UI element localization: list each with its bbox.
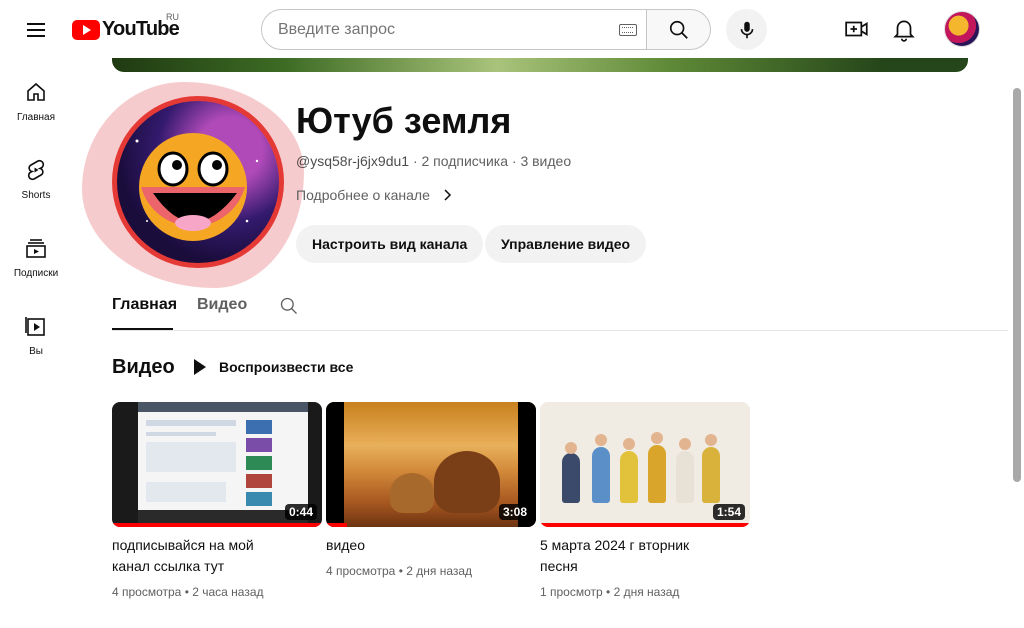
search-box <box>261 9 647 50</box>
youtube-play-icon <box>72 19 100 40</box>
tabs-divider <box>112 330 1008 331</box>
video-duration: 0:44 <box>284 504 317 520</box>
sidebar-item-label: Shorts <box>21 190 51 201</box>
watch-progress-bar <box>540 523 750 527</box>
shorts-icon <box>27 159 45 181</box>
video-title-line: 5 марта 2024 г вторник <box>540 537 690 553</box>
sidebar: Главная Shorts Подписки Вы <box>0 58 72 628</box>
play-icon <box>194 359 206 375</box>
awesome-face-image <box>135 133 259 241</box>
chevron-right-icon <box>444 189 451 201</box>
channel-search-icon[interactable] <box>279 296 299 316</box>
channel-title: Ютуб земля <box>296 100 512 141</box>
menu-icon[interactable] <box>20 14 52 46</box>
home-icon <box>27 82 45 101</box>
voice-search-button[interactable] <box>726 9 767 50</box>
video-title-line: канал ссылка тут <box>112 558 225 574</box>
view-count: 4 просмотра <box>326 564 396 578</box>
video-title[interactable]: 5 марта 2024 г вторник песня <box>540 535 750 577</box>
tab-videos[interactable]: Видео <box>197 296 247 314</box>
create-video-icon[interactable] <box>844 16 870 42</box>
sidebar-item-you[interactable]: Вы <box>0 292 72 366</box>
keyboard-icon[interactable] <box>619 24 637 36</box>
sidebar-item-label: Вы <box>29 346 43 357</box>
channel-banner <box>112 58 968 72</box>
channel-avatar[interactable] <box>112 96 284 268</box>
video-title-line: видео <box>326 537 365 553</box>
video-card: 1:54 5 марта 2024 г вторник песня 1 прос… <box>540 402 750 599</box>
video-card: 0:44 подписывайся на мой канал ссылка ту… <box>112 402 322 599</box>
sidebar-item-label: Подписки <box>13 268 59 279</box>
about-channel-label: Подробнее о канале <box>296 187 430 203</box>
play-all-button[interactable]: Воспроизвести все <box>194 356 353 378</box>
channel-meta: @ysq58r-j6jx9du1 · 2 подписчика · 3 виде… <box>296 153 571 169</box>
search-icon <box>669 20 688 39</box>
video-meta: 4 просмотра • 2 часа назад <box>112 585 264 599</box>
customize-channel-button[interactable]: Настроить вид канала <box>296 225 484 263</box>
play-all-label: Воспроизвести все <box>219 359 354 375</box>
upload-age: 2 дня назад <box>406 564 473 578</box>
channel-handle[interactable]: @ysq58r-j6jx9du1 <box>296 153 409 169</box>
video-title[interactable]: видео <box>326 535 536 556</box>
manage-videos-button[interactable]: Управление видео <box>485 225 647 263</box>
scrollbar-thumb[interactable] <box>1013 88 1021 482</box>
video-card: 3:08 видео 4 просмотра • 2 дня назад <box>326 402 536 578</box>
view-count: 4 просмотра <box>112 585 182 599</box>
meta-separator: · <box>412 153 422 169</box>
video-thumbnail[interactable]: 0:44 <box>112 402 322 527</box>
subscriptions-icon <box>26 239 46 258</box>
video-duration: 1:54 <box>712 504 745 520</box>
region-code: RU <box>166 12 179 22</box>
video-title[interactable]: подписывайся на мой канал ссылка тут <box>112 535 322 577</box>
watch-progress-bar <box>112 523 322 527</box>
youtube-logo[interactable]: YouTube RU <box>72 12 180 41</box>
video-meta: 1 просмотр • 2 дня назад <box>540 585 680 599</box>
video-count: 3 видео <box>520 153 572 169</box>
video-thumbnail[interactable]: 3:08 <box>326 402 536 527</box>
mic-icon <box>740 21 754 39</box>
sidebar-item-subscriptions[interactable]: Подписки <box>0 214 72 288</box>
search-input[interactable] <box>278 19 608 41</box>
video-thumbnail[interactable]: 1:54 <box>540 402 750 527</box>
about-channel-link[interactable]: Подробнее о канале <box>296 187 454 203</box>
sidebar-item-home[interactable]: Главная <box>0 58 72 132</box>
view-count: 1 просмотр <box>540 585 603 599</box>
sidebar-item-shorts[interactable]: Shorts <box>0 136 72 210</box>
video-meta: 4 просмотра • 2 дня назад <box>326 564 473 578</box>
video-title-line: подписывайся на мой <box>112 537 254 553</box>
video-duration: 3:08 <box>498 504 531 520</box>
subscriber-count: 2 подписчика <box>421 153 508 169</box>
lion-shape <box>434 451 500 513</box>
screen-recording-preview <box>138 402 308 527</box>
tab-home[interactable]: Главная <box>112 296 177 314</box>
video-title-line: песня <box>540 558 578 574</box>
sidebar-item-label: Главная <box>16 112 56 123</box>
section-title: Видео <box>112 356 175 378</box>
lioness-shape <box>390 473 434 513</box>
search-button[interactable] <box>646 9 711 50</box>
watch-progress-bar <box>326 523 347 527</box>
top-bar: YouTube RU <box>0 0 1024 58</box>
you-icon <box>25 317 45 336</box>
upload-age: 2 часа назад <box>192 585 264 599</box>
bell-icon[interactable] <box>891 16 917 42</box>
account-avatar[interactable] <box>944 11 980 47</box>
upload-age: 2 дня назад <box>613 585 680 599</box>
